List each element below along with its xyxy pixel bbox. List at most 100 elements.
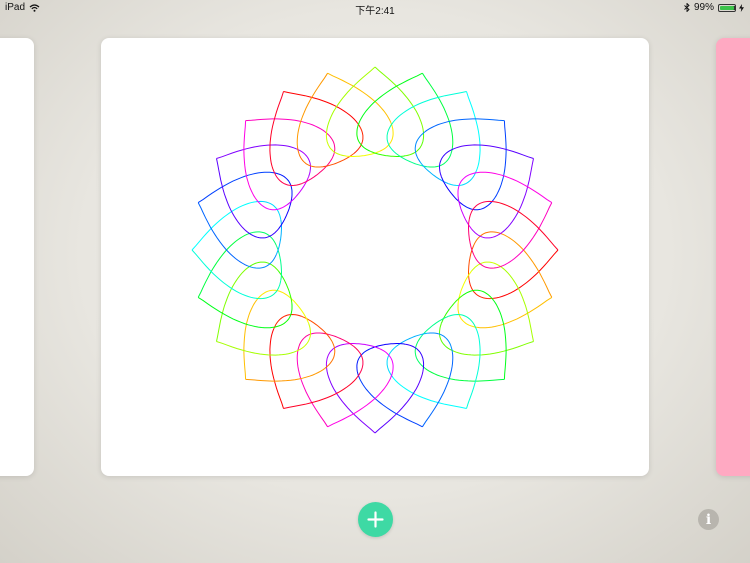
spirograph-stroke [386, 122, 397, 154]
spirograph-stroke [421, 72, 454, 148]
spirograph-stroke [325, 130, 345, 157]
spirograph-stroke [295, 148, 312, 177]
spirograph-stroke [477, 296, 553, 329]
spirograph-stroke [272, 303, 293, 328]
spirograph-stroke [379, 348, 394, 378]
spirograph-stroke [428, 332, 453, 353]
spirograph-stroke [273, 313, 302, 330]
battery-percent: 99% [693, 2, 714, 13]
spirograph-stroke [492, 299, 507, 380]
info-icon: i [705, 511, 712, 528]
spirograph-stroke [477, 171, 553, 204]
spirograph-stroke [353, 122, 364, 154]
bluetooth-icon [684, 3, 690, 12]
spirograph-stroke [247, 231, 277, 246]
spirograph-stroke [501, 267, 534, 342]
spirograph-stroke [295, 323, 312, 352]
spirograph-stroke [286, 294, 310, 324]
gallery-card-current[interactable] [101, 38, 649, 476]
spirograph-stroke [492, 120, 507, 201]
info-button[interactable]: i [698, 509, 719, 530]
battery-fill [720, 5, 734, 10]
spirograph-stroke [392, 376, 467, 409]
spirograph-stroke [405, 343, 425, 370]
spirograph-stroke [424, 367, 505, 382]
spirograph-stroke [297, 147, 322, 168]
plus-icon [367, 511, 384, 528]
spirograph-stroke [243, 299, 258, 380]
spirograph-stroke [255, 200, 282, 220]
spirograph-stroke [321, 332, 355, 348]
spirograph-stroke [468, 280, 495, 300]
spirograph-stroke [243, 120, 258, 201]
spirograph-stroke [466, 328, 481, 409]
spirograph-stroke [468, 200, 495, 220]
spirograph-stroke [296, 72, 329, 148]
spirograph-stroke [457, 172, 478, 197]
spirograph-stroke [395, 332, 429, 348]
spirograph-stroke [277, 270, 293, 304]
spirograph-stroke [272, 172, 293, 197]
spirograph-stroke [421, 352, 454, 428]
spirograph-stroke [247, 261, 279, 272]
spirograph-stroke [269, 91, 284, 172]
spirograph-stroke [440, 294, 464, 324]
spirograph-stroke [405, 130, 425, 157]
spirograph-stroke [448, 170, 477, 187]
spirograph-stroke [466, 91, 481, 172]
spirograph-stroke [473, 231, 503, 246]
spirograph-stroke [356, 122, 371, 152]
spirograph-stroke [379, 122, 394, 152]
spirograph-stroke [424, 118, 505, 133]
battery-icon [718, 3, 736, 12]
charging-bolt-icon [739, 3, 744, 12]
spirograph-stroke [197, 296, 273, 329]
spirograph-stroke [301, 315, 331, 339]
spirograph-stroke [216, 341, 297, 356]
spirograph-stroke [216, 144, 297, 159]
status-time: 下午2:41 [355, 6, 395, 17]
spirograph-stroke [216, 267, 249, 342]
spirograph-stroke [471, 261, 503, 272]
spirograph-stroke [392, 91, 467, 124]
status-right: 99% [684, 2, 744, 13]
spirograph-stroke [473, 254, 503, 269]
spirograph-stroke [277, 196, 293, 230]
spirograph-stroke [471, 228, 503, 239]
spirograph-stroke [457, 270, 473, 304]
spirograph-stroke [438, 323, 455, 352]
spirograph-stroke [428, 147, 453, 168]
spirograph-stroke [283, 91, 358, 124]
spirograph-stroke [419, 161, 449, 185]
spirograph-stroke [245, 118, 326, 133]
spirograph-stroke [356, 348, 371, 378]
spirograph-stroke [353, 346, 364, 378]
spirograph-stroke [255, 280, 282, 300]
spirograph-stroke [386, 346, 397, 378]
spirograph-stroke [197, 171, 273, 204]
spirograph-stroke [283, 376, 358, 409]
spirograph-stroke [286, 176, 310, 206]
status-bar: iPad 下午2:41 99% [0, 0, 750, 17]
gallery-card-next[interactable] [716, 38, 750, 476]
spirograph-stroke [247, 228, 279, 239]
spirograph-stroke [448, 313, 477, 330]
spirograph-stroke [438, 148, 455, 177]
spirograph-stroke [419, 315, 449, 339]
spirograph-stroke [395, 152, 429, 168]
spirograph-stroke [501, 158, 534, 233]
spirograph-stroke [247, 254, 277, 269]
spirograph-stroke [245, 367, 326, 382]
spirograph-drawing [191, 66, 559, 434]
spirograph-stroke [297, 332, 322, 353]
spirograph-stroke [321, 152, 355, 168]
add-drawing-button[interactable] [358, 502, 393, 537]
spirograph-stroke [440, 176, 464, 206]
spirograph-stroke [457, 196, 473, 230]
spirograph-stroke [301, 161, 331, 185]
spirograph-stroke [325, 343, 345, 370]
spirograph-stroke [269, 328, 284, 409]
gallery-card-previous[interactable] [0, 38, 34, 476]
spirograph-stroke [453, 144, 534, 159]
spirograph-stroke [273, 170, 302, 187]
